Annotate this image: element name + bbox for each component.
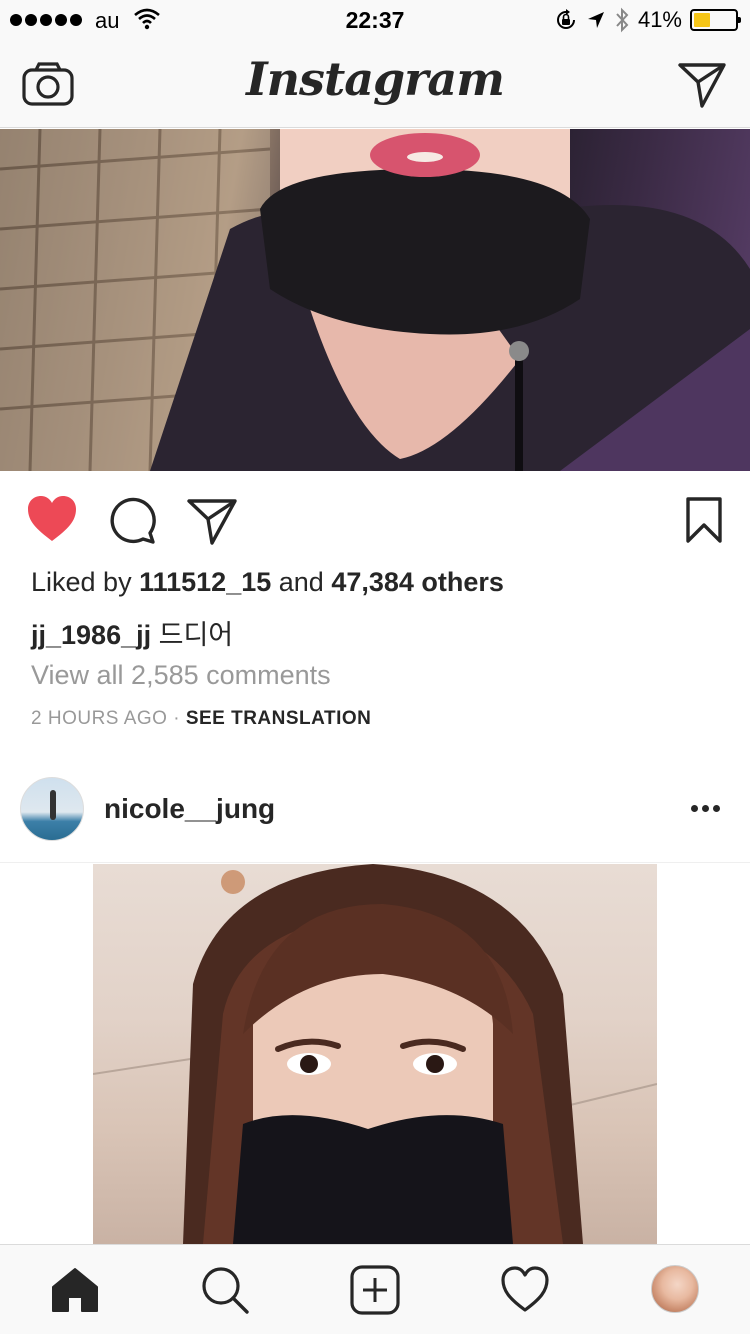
caption-author[interactable]: jj_1986_jj (31, 620, 151, 650)
likes-prefix: Liked by (31, 567, 140, 597)
post-photo[interactable] (93, 864, 657, 1244)
share-icon[interactable] (186, 497, 238, 545)
post-caption: jj_1986_jj 드디어 (31, 613, 233, 652)
caption-text: 드디어 (158, 620, 234, 650)
top-navigation-bar: Instagram (0, 40, 750, 128)
instagram-logo: Instagram (246, 52, 505, 106)
post-username[interactable]: nicole__jung (104, 793, 275, 825)
orientation-lock-icon (556, 9, 575, 29)
bluetooth-icon (616, 7, 629, 33)
location-arrow-icon (587, 12, 604, 28)
likes-summary: Liked by 111512_15 and 47,384 others (31, 567, 504, 598)
post-timestamp-row: 2 HOURS AGO · SEE TRANSLATION (31, 708, 371, 730)
bookmark-icon[interactable] (686, 497, 722, 543)
post-photo-image (0, 129, 750, 471)
status-bar: au 22:37 41% (0, 0, 750, 40)
post-photo[interactable] (0, 129, 750, 471)
battery-icon (690, 9, 741, 31)
direct-message-icon[interactable] (678, 62, 726, 108)
profile-avatar[interactable] (651, 1265, 699, 1313)
liked-by-username[interactable]: 111512_15 (139, 567, 271, 597)
search-icon[interactable] (200, 1265, 250, 1315)
separator-dot: · (167, 708, 186, 729)
view-all-comments-link[interactable]: View all 2,585 comments (31, 660, 331, 691)
bottom-tab-bar (0, 1244, 750, 1334)
post-actions-bar (0, 471, 750, 567)
post-header: nicole__jung (0, 760, 750, 863)
activity-heart-icon[interactable] (500, 1265, 550, 1315)
likes-count[interactable]: 47,384 others (331, 567, 504, 597)
post-photo-image (93, 864, 657, 1244)
see-translation-link[interactable]: SEE TRANSLATION (186, 708, 372, 729)
like-heart-icon[interactable] (26, 495, 78, 543)
avatar[interactable] (20, 777, 84, 841)
home-icon[interactable] (50, 1265, 100, 1315)
post-time-ago: 2 HOURS AGO (31, 708, 168, 729)
likes-connector: and (271, 567, 332, 597)
more-options-icon[interactable] (691, 805, 720, 812)
battery-percentage: 41% (637, 7, 682, 32)
add-post-icon[interactable] (350, 1265, 400, 1315)
comment-icon[interactable] (106, 495, 156, 545)
